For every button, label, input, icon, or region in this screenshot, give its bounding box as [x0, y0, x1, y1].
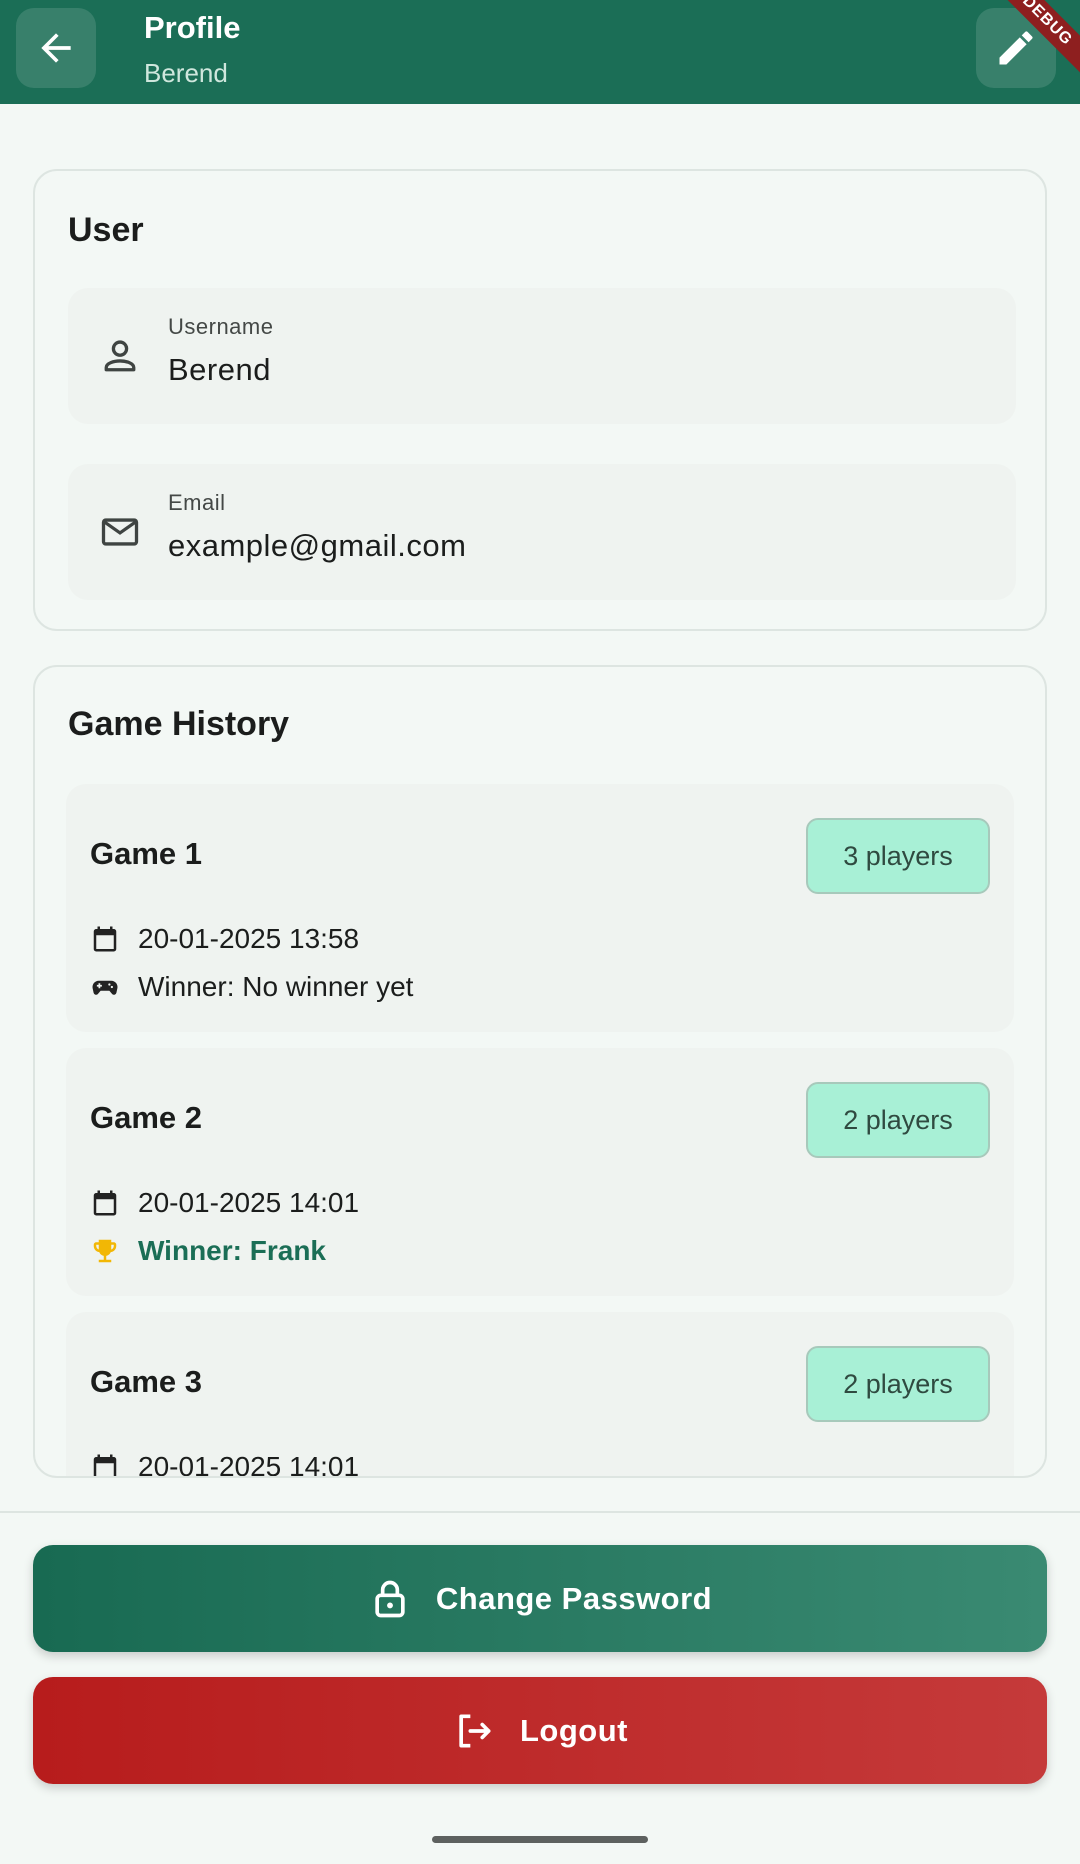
app-bar: Profile Berend DEBUG — [0, 0, 1080, 104]
email-field: Email example@gmail.com — [68, 464, 1016, 600]
arrow-back-icon — [41, 33, 71, 63]
game-date-row: 20-01-2025 14:01 — [90, 1187, 359, 1219]
change-password-button[interactable]: Change Password — [33, 1545, 1047, 1652]
logout-label: Logout — [519, 1712, 628, 1748]
user-card-title: User — [68, 211, 144, 249]
logout-button[interactable]: Logout — [33, 1677, 1047, 1784]
change-password-label: Change Password — [435, 1580, 713, 1616]
game-name: Game 2 — [90, 1100, 203, 1135]
home-indicator[interactable] — [432, 1836, 648, 1843]
game-name: Game 1 — [90, 836, 203, 871]
game-date: 20-01-2025 14:01 — [138, 1187, 360, 1218]
game-winner-row: Winner: No winner yet — [90, 971, 413, 1003]
page-title: Profile — [144, 10, 241, 45]
gamepad-icon — [92, 980, 118, 995]
back-button[interactable] — [16, 8, 96, 88]
game-date: 20-01-2025 13:58 — [138, 923, 360, 954]
players-badge: 2 players — [806, 1082, 990, 1158]
game-history-card: Game History Game 1 3 players 20-01-2025… — [33, 665, 1047, 1478]
game-date-row: 20-01-2025 14:01 — [90, 1451, 359, 1476]
page-subtitle: Berend — [144, 58, 228, 88]
game-item[interactable]: Game 1 3 players 20-01-2025 13:58 Winner… — [66, 784, 1014, 1032]
logout-icon — [459, 1714, 491, 1747]
person-icon — [104, 340, 136, 372]
game-history-list[interactable]: Game 1 3 players 20-01-2025 13:58 Winner… — [35, 784, 1045, 1476]
email-value: example@gmail.com — [168, 528, 467, 563]
game-item[interactable]: Game 2 2 players 20-01-2025 14:01 Winner… — [66, 1048, 1014, 1296]
calendar-icon — [93, 1454, 117, 1476]
game-item[interactable]: Game 3 2 players 20-01-2025 14:01 — [66, 1312, 1014, 1476]
calendar-icon — [93, 926, 117, 952]
username-value: Berend — [168, 352, 271, 387]
game-history-title: Game History — [68, 705, 290, 743]
email-label: Email — [168, 490, 226, 515]
trophy-icon — [93, 1239, 117, 1263]
user-card: User Username Berend Email example@gmail… — [33, 169, 1047, 631]
players-badge: 2 players — [806, 1346, 990, 1422]
players-badge: 3 players — [806, 818, 990, 894]
mail-icon — [101, 518, 139, 546]
pencil-icon — [999, 31, 1033, 65]
calendar-icon — [93, 1190, 117, 1216]
game-date-row: 20-01-2025 13:58 — [90, 923, 359, 955]
username-label: Username — [168, 314, 274, 339]
bottom-divider — [0, 1511, 1080, 1513]
game-winner: Winner: No winner yet — [138, 971, 414, 1002]
game-winner: Winner: Frank — [138, 1235, 326, 1266]
game-winner-row: Winner: Frank — [90, 1235, 326, 1267]
game-name: Game 3 — [90, 1364, 203, 1399]
title-block: Profile Berend — [144, 10, 240, 88]
username-field: Username Berend — [68, 288, 1016, 424]
game-date: 20-01-2025 14:01 — [138, 1451, 360, 1476]
lock-icon — [375, 1580, 405, 1617]
